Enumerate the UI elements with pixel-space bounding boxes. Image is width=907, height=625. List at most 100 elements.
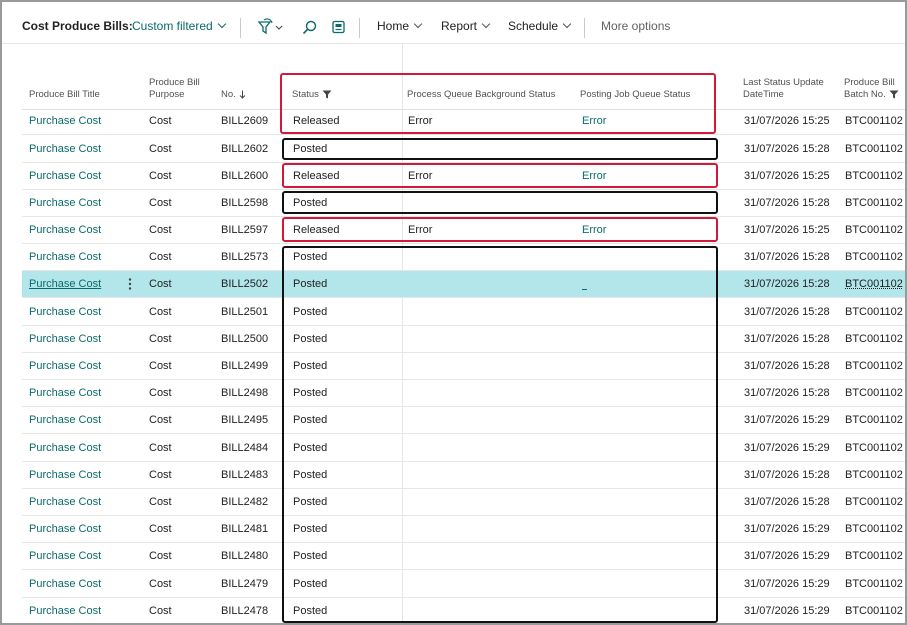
table-row[interactable]: Purchase Cost Cost BILL2500 Posted 31/07/202… bbox=[22, 326, 905, 353]
cell-purpose: Cost bbox=[149, 278, 172, 290]
cell-purpose: Cost bbox=[149, 469, 172, 481]
cell-batch-no: BTC001102 bbox=[845, 197, 903, 209]
table-row[interactable]: Purchase Cost Cost BILL2484 Posted 31/07/202… bbox=[22, 435, 905, 462]
cell-produce-bill-title[interactable]: Purchase Cost bbox=[29, 217, 101, 243]
cell-produce-bill-title[interactable]: Purchase Cost bbox=[29, 543, 101, 569]
cell-produce-bill-title[interactable]: Purchase Cost bbox=[29, 571, 101, 597]
cell-status: Posted bbox=[293, 143, 328, 155]
cell-purpose: Cost bbox=[149, 333, 172, 345]
cell-purpose: Cost bbox=[149, 442, 172, 454]
cell-produce-bill-title[interactable]: Purchase Cost bbox=[29, 190, 101, 216]
row-more-options-icon[interactable] bbox=[123, 277, 137, 291]
cell-purpose: Cost bbox=[149, 251, 172, 263]
toolbar-divider bbox=[240, 18, 241, 38]
chevron-down-icon bbox=[413, 19, 423, 29]
cell-produce-bill-title[interactable]: Purchase Cost bbox=[29, 271, 101, 297]
table-row[interactable]: Purchase Cost Cost BILL2602 Posted 31/07/202… bbox=[22, 136, 905, 163]
cell-status: Posted bbox=[293, 578, 328, 590]
cell-last-status-update: 31/07/2026 15:28 bbox=[744, 360, 830, 372]
cell-produce-bill-title[interactable]: Purchase Cost bbox=[29, 299, 101, 325]
table-row[interactable]: Purchase Cost Cost BILL2483 Posted 31/07/202… bbox=[22, 462, 905, 489]
cell-batch-no: BTC001102 bbox=[845, 306, 903, 318]
cell-produce-bill-title[interactable]: Purchase Cost bbox=[29, 489, 101, 515]
cell-produce-bill-title[interactable]: Purchase Cost bbox=[29, 380, 101, 406]
filter-pane-button[interactable] bbox=[256, 18, 288, 38]
table-row[interactable]: Purchase Cost Cost BILL2479 Posted 31/07/202… bbox=[22, 571, 905, 598]
cell-produce-bill-title[interactable]: Purchase Cost bbox=[29, 136, 101, 162]
col-header-batch-no[interactable]: Produce Bill Batch No. bbox=[844, 77, 899, 101]
col-header-last-status-update[interactable]: Last Status Update DateTime bbox=[743, 77, 824, 101]
cell-no: BILL2499 bbox=[221, 360, 269, 372]
cell-produce-bill-title[interactable]: Purchase Cost bbox=[29, 353, 101, 379]
cell-produce-bill-title[interactable]: Purchase Cost bbox=[29, 407, 101, 433]
cell-produce-bill-title[interactable]: Purchase Cost bbox=[29, 462, 101, 488]
cell-status: Released bbox=[293, 170, 340, 182]
cell-posting-job-queue-status[interactable]: Error bbox=[582, 163, 606, 189]
table-row[interactable]: Purchase Cost Cost BILL2598 Posted 31/07/202… bbox=[22, 190, 905, 217]
view-name: Custom filtered bbox=[132, 19, 213, 33]
cell-produce-bill-title[interactable]: Purchase Cost bbox=[29, 163, 101, 189]
table-row[interactable]: Purchase Cost Cost BILL2478 Posted 31/07/202… bbox=[22, 598, 905, 623]
cell-last-status-update: 31/07/2026 15:29 bbox=[744, 442, 830, 454]
col-header-status[interactable]: Status bbox=[292, 89, 332, 101]
col-header-process-queue-status[interactable]: Process Queue Background Status bbox=[407, 89, 555, 101]
cell-batch-no: BTC001102 bbox=[845, 251, 903, 263]
cell-no: BILL2480 bbox=[221, 550, 269, 562]
chevron-down-icon bbox=[481, 19, 491, 29]
table-row[interactable]: Purchase Cost Cost BILL2573 Posted 31/07/202… bbox=[22, 244, 905, 271]
cell-status: Released bbox=[293, 115, 340, 127]
more-options-button[interactable]: More options bbox=[601, 2, 670, 44]
chevron-down-icon bbox=[562, 19, 572, 29]
menu-schedule[interactable]: Schedule bbox=[508, 2, 572, 44]
col-header-title[interactable]: Produce Bill Title bbox=[29, 89, 100, 101]
cell-purpose: Cost bbox=[149, 306, 172, 318]
cell-produce-bill-title[interactable]: Purchase Cost bbox=[29, 435, 101, 461]
cell-produce-bill-title[interactable]: Purchase Cost bbox=[29, 108, 101, 134]
cell-last-status-update: 31/07/2026 15:28 bbox=[744, 143, 830, 155]
cell-last-status-update: 31/07/2026 15:25 bbox=[744, 115, 830, 127]
menu-report[interactable]: Report bbox=[441, 2, 491, 44]
table-row[interactable]: Purchase Cost Cost BILL2498 Posted 31/07/202… bbox=[22, 380, 905, 407]
cell-last-status-update: 31/07/2026 15:28 bbox=[744, 197, 830, 209]
cell-no: BILL2609 bbox=[221, 115, 269, 127]
table-row[interactable]: Purchase Cost Cost BILL2597 Released Error Er… bbox=[22, 217, 905, 244]
cell-produce-bill-title[interactable]: Purchase Cost bbox=[29, 326, 101, 352]
col-header-no[interactable]: No. bbox=[221, 89, 246, 101]
col-header-posting-job-queue-status[interactable]: Posting Job Queue Status bbox=[580, 89, 690, 101]
cell-posting-job-queue-status[interactable]: Error bbox=[582, 217, 606, 243]
cell-produce-bill-title[interactable]: Purchase Cost bbox=[29, 516, 101, 542]
search-button[interactable] bbox=[300, 18, 320, 38]
cell-produce-bill-title[interactable]: Purchase Cost bbox=[29, 244, 101, 270]
cell-status: Released bbox=[293, 224, 340, 236]
cell-purpose: Cost bbox=[149, 197, 172, 209]
table-row[interactable]: Purchase Cost Cost BILL2480 Posted 31/07/202… bbox=[22, 543, 905, 570]
table-row[interactable]: Purchase Cost Cost BILL2495 Posted 31/07/202… bbox=[22, 407, 905, 434]
cell-no: BILL2501 bbox=[221, 306, 269, 318]
view-selector[interactable]: Custom filtered bbox=[132, 2, 226, 44]
action-bar: Cost Produce Bills: Custom filtered Home… bbox=[2, 2, 905, 44]
cell-purpose: Cost bbox=[149, 523, 172, 535]
cell-no: BILL2484 bbox=[221, 442, 269, 454]
edit-in-excel-button[interactable] bbox=[329, 18, 349, 38]
table-row[interactable]: Purchase Cost Cost BILL2501 Posted 31/07/202… bbox=[22, 299, 905, 326]
cell-status: Posted bbox=[293, 251, 328, 263]
cell-last-status-update: 31/07/2026 15:28 bbox=[744, 251, 830, 263]
cell-batch-no: BTC001102 bbox=[845, 550, 903, 562]
cell-produce-bill-title[interactable]: Purchase Cost bbox=[29, 598, 101, 623]
cell-status: Posted bbox=[293, 360, 328, 372]
table-row[interactable]: Purchase Cost Cost BILL2502 Posted 31/07/202… bbox=[22, 271, 905, 298]
cell-status: Posted bbox=[293, 333, 328, 345]
col-header-purpose[interactable]: Produce Bill Purpose bbox=[149, 77, 200, 101]
menu-home[interactable]: Home bbox=[377, 2, 423, 44]
table-row[interactable]: Purchase Cost Cost BILL2609 Released Error Er… bbox=[22, 108, 905, 135]
table-row[interactable]: Purchase Cost Cost BILL2481 Posted 31/07/202… bbox=[22, 516, 905, 543]
cell-no: BILL2481 bbox=[221, 523, 269, 535]
table-row[interactable]: Purchase Cost Cost BILL2482 Posted 31/07/202… bbox=[22, 489, 905, 516]
cell-process-queue-status: Error bbox=[408, 170, 433, 182]
menu-schedule-label: Schedule bbox=[508, 19, 559, 33]
cell-no: BILL2600 bbox=[221, 170, 269, 182]
table-row[interactable]: Purchase Cost Cost BILL2600 Released Error Er… bbox=[22, 163, 905, 190]
filter-icon bbox=[889, 90, 899, 99]
table-row[interactable]: Purchase Cost Cost BILL2499 Posted 31/07/202… bbox=[22, 353, 905, 380]
cell-posting-job-queue-status[interactable]: Error bbox=[582, 108, 606, 134]
